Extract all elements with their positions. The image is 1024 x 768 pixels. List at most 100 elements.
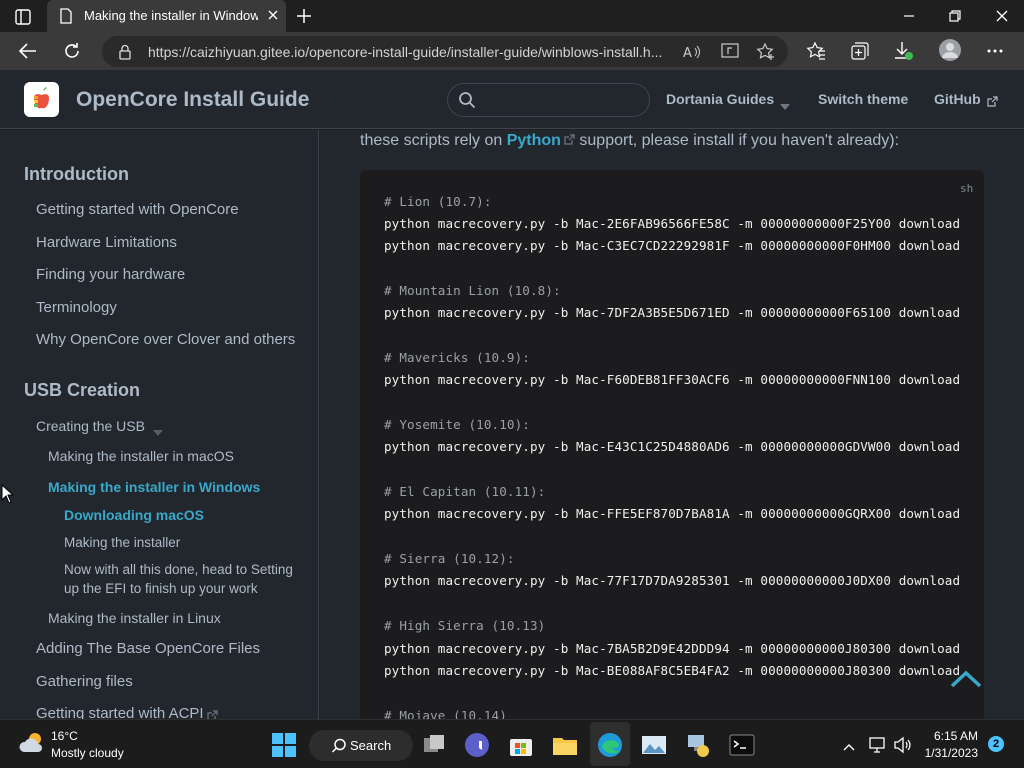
window-close-button[interactable]: [988, 4, 1016, 28]
refresh-icon[interactable]: [60, 40, 84, 62]
clock-time[interactable]: 6:15 AM: [928, 729, 978, 743]
main-content: these scripts rely on Python support, pl…: [320, 130, 1024, 719]
sidebar-group-creating-usb[interactable]: Creating the USB: [36, 418, 145, 434]
taskbar-search-button[interactable]: Search: [309, 730, 413, 761]
window-minimize-button[interactable]: [895, 4, 923, 28]
sidebar-item-why-opencore[interactable]: Why OpenCore over Clover and others: [36, 331, 295, 348]
python-link[interactable]: Python: [507, 132, 561, 149]
code-command-line: python macrecovery.py -b Mac-C3EC7CD2229…: [384, 238, 961, 253]
tab-close-icon[interactable]: [266, 8, 280, 22]
tab-actions-icon[interactable]: [10, 6, 38, 28]
sidebar-item-finding-hardware[interactable]: Finding your hardware: [36, 266, 185, 283]
sidebar-item-installer-macos[interactable]: Making the installer in macOS: [48, 448, 234, 464]
terminal-icon[interactable]: [729, 732, 755, 758]
chevron-down-icon[interactable]: [153, 423, 163, 436]
lock-icon[interactable]: [118, 44, 132, 60]
sidebar-item-gathering-files[interactable]: Gathering files: [36, 673, 133, 690]
external-link-icon: [207, 708, 218, 719]
sidebar-item-installer-linux[interactable]: Making the installer in Linux: [48, 610, 221, 626]
nav-dortania-guides[interactable]: Dortania Guides: [666, 91, 774, 111]
clock-date[interactable]: 1/31/2023: [920, 746, 978, 760]
notification-badge[interactable]: 2: [988, 736, 1004, 752]
profile-avatar-icon[interactable]: [938, 38, 962, 62]
sidebar-heading-introduction[interactable]: Introduction: [24, 164, 129, 185]
url-text[interactable]: https://caizhiyuan.gitee.io/opencore-ins…: [148, 44, 678, 61]
browser-tab-active[interactable]: Making the installer in Windows: [47, 0, 286, 32]
search-icon: [458, 91, 476, 109]
code-comment-line: # El Capitan (10.11):: [384, 484, 546, 499]
browser-toolbar: https://caizhiyuan.gitee.io/opencore-ins…: [0, 32, 1024, 70]
window-restore-button[interactable]: [941, 4, 969, 28]
back-arrow-icon[interactable]: [16, 40, 40, 62]
sidebar-item-getting-started-acpi[interactable]: Getting started with ACPI: [36, 705, 204, 719]
collections-icon[interactable]: [850, 41, 870, 61]
browser-tab-strip: Making the installer in Windows: [0, 0, 1024, 32]
mouse-cursor-icon: [1, 483, 15, 504]
site-search-box[interactable]: [447, 83, 650, 117]
add-favorite-icon[interactable]: [756, 42, 776, 62]
microsoft-store-icon[interactable]: [508, 732, 534, 758]
page-favicon-icon: [59, 8, 73, 24]
weather-temperature[interactable]: 16°C: [51, 729, 78, 743]
code-command-line: python macrecovery.py -b Mac-E43C1C25D48…: [384, 439, 961, 454]
code-comment-line: # Sierra (10.12):: [384, 551, 515, 566]
code-comment-line: # Yosemite (10.10):: [384, 417, 530, 432]
external-link-icon: [564, 134, 575, 145]
sidebar-item-terminology[interactable]: Terminology: [36, 299, 117, 316]
code-command-line: python macrecovery.py -b Mac-F60DEB81FF3…: [384, 372, 961, 387]
nav-switch-theme[interactable]: Switch theme: [818, 91, 908, 111]
favorites-icon[interactable]: [806, 41, 826, 61]
code-command-line: python macrecovery.py -b Mac-BE088AF8C5E…: [384, 663, 961, 678]
weather-description[interactable]: Mostly cloudy: [51, 746, 124, 760]
code-language-label: sh: [960, 182, 974, 195]
chevron-down-icon[interactable]: [780, 97, 790, 110]
intro-paragraph: these scripts rely on Python support, pl…: [360, 132, 1000, 154]
teams-chat-icon[interactable]: [464, 732, 490, 758]
sidebar-item-downloading-macos[interactable]: Downloading macOS: [64, 507, 204, 523]
sidebar-heading-usb-creation[interactable]: USB Creation: [24, 380, 140, 401]
code-block[interactable]: sh # Lion (10.7): python macrecovery.py …: [360, 170, 984, 719]
network-icon[interactable]: [868, 736, 888, 754]
taskbar-search-label: Search: [350, 738, 392, 753]
intro-text-after: support, please install if you haven't a…: [574, 132, 900, 149]
task-view-icon[interactable]: [421, 732, 447, 758]
svg-text:A: A: [683, 46, 692, 61]
file-explorer-icon[interactable]: [552, 732, 578, 758]
sidebar-item-hardware-limitations[interactable]: Hardware Limitations: [36, 234, 177, 251]
downloads-icon[interactable]: [893, 40, 915, 62]
nav-github[interactable]: GitHub: [934, 91, 981, 111]
code-comment-line: # High Sierra (10.13): [384, 618, 546, 633]
sidebar-item-adding-base-files[interactable]: Adding The Base OpenCore Files: [36, 640, 260, 657]
address-bar[interactable]: https://caizhiyuan.gitee.io/opencore-ins…: [102, 36, 788, 67]
code-comment-line: # Mojave (10.14): [384, 708, 507, 719]
immersive-reader-icon[interactable]: [720, 42, 740, 60]
code-command-line: python macrecovery.py -b Mac-7BA5B2D9E42…: [384, 641, 961, 656]
sidebar: Introduction Getting started with OpenCo…: [0, 130, 319, 719]
microsoft-edge-icon[interactable]: [597, 732, 623, 758]
photos-app-icon[interactable]: [641, 732, 667, 758]
windows-start-icon[interactable]: [271, 732, 297, 758]
weather-cloudy-icon[interactable]: [18, 730, 46, 756]
network-admin-icon[interactable]: [685, 732, 711, 758]
sidebar-item-next-steps-line1[interactable]: Now with all this done, head to Setting: [64, 562, 293, 577]
more-options-icon[interactable]: [985, 44, 1005, 56]
opencore-logo-icon[interactable]: [24, 82, 59, 117]
sidebar-item-next-steps-line2[interactable]: up the EFI to finish up your work: [64, 581, 258, 596]
search-input[interactable]: [486, 90, 641, 110]
sidebar-item-making-installer[interactable]: Making the installer: [64, 535, 180, 550]
intro-text-before: these scripts rely on: [360, 132, 507, 149]
code-comment-line: # Mountain Lion (10.8):: [384, 283, 561, 298]
new-tab-button[interactable]: [293, 6, 315, 26]
read-aloud-icon[interactable]: A: [682, 43, 702, 61]
code-comment-line: # Mavericks (10.9):: [384, 350, 530, 365]
code-command-line: python macrecovery.py -b Mac-FFE5EF870D7…: [384, 506, 961, 521]
back-to-top-chevron-icon[interactable]: [948, 668, 984, 690]
sidebar-item-getting-started[interactable]: Getting started with OpenCore: [36, 201, 239, 218]
site-title[interactable]: OpenCore Install Guide: [76, 88, 309, 114]
windows-taskbar: 16°C Mostly cloudy Search 6:15 AM 1/31/2…: [0, 719, 1024, 768]
code-command-line: python macrecovery.py -b Mac-7DF2A3B5E5D…: [384, 305, 961, 320]
tray-overflow-chevron-icon[interactable]: [842, 739, 856, 751]
volume-icon[interactable]: [893, 736, 913, 754]
sidebar-item-installer-windows[interactable]: Making the installer in Windows: [48, 479, 260, 495]
tab-title: Making the installer in Windows: [84, 8, 258, 23]
